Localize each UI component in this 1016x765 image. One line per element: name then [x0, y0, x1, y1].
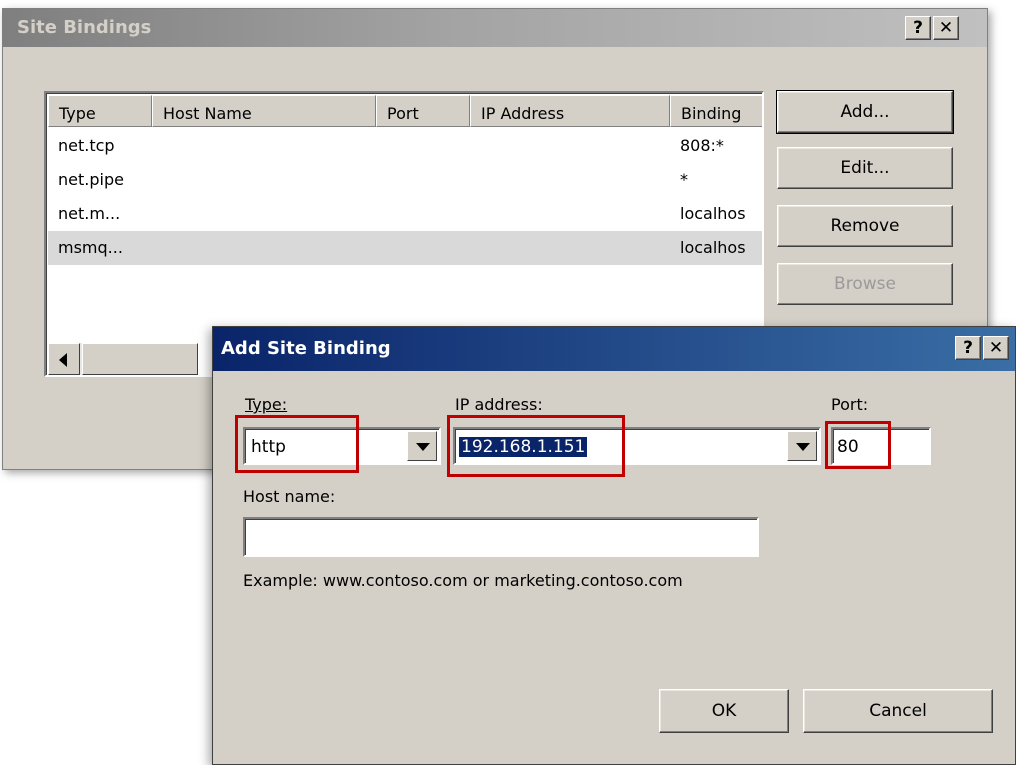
add-binding-help-button[interactable]: ? [955, 336, 981, 360]
table-row[interactable]: net.tcp 808:* [48, 129, 762, 163]
type-combobox[interactable]: http [243, 427, 441, 465]
scroll-left-button[interactable] [48, 343, 80, 375]
column-header-port[interactable]: Port [376, 95, 470, 127]
type-value: http [251, 437, 286, 457]
edit-button[interactable]: Edit... [777, 147, 953, 189]
row-binding: localhos [680, 204, 746, 223]
table-row[interactable]: net.m... localhos [48, 197, 762, 231]
host-name-input[interactable] [243, 517, 759, 557]
site-bindings-close-button[interactable]: ✕ [933, 16, 959, 40]
ip-address-label: IP address: [455, 395, 543, 414]
remove-button[interactable]: Remove [777, 205, 953, 247]
table-row-selected[interactable]: msmq... localhos [48, 231, 762, 265]
chevron-down-icon [416, 443, 430, 451]
column-header-binding[interactable]: Binding [670, 95, 762, 127]
column-header-host-name[interactable]: Host Name [152, 95, 376, 127]
example-text: Example: www.contoso.com or marketing.co… [243, 571, 683, 590]
cancel-button[interactable]: Cancel [803, 689, 993, 733]
column-header-type[interactable]: Type [48, 95, 152, 127]
ip-address-combobox[interactable]: 192.168.1.151 [453, 427, 821, 465]
browse-button[interactable]: Browse [777, 263, 953, 305]
type-label-text: Type: [245, 395, 288, 414]
add-site-binding-dialog: Add Site Binding ? ✕ Type: http IP addre… [212, 326, 1016, 765]
scroll-thumb[interactable] [82, 343, 198, 375]
row-type: net.m... [58, 204, 121, 223]
ok-button[interactable]: OK [659, 689, 789, 733]
add-binding-close-button[interactable]: ✕ [983, 336, 1009, 360]
row-type: msmq... [58, 238, 123, 257]
host-name-label: Host name: [243, 487, 336, 506]
horizontal-scrollbar[interactable] [48, 343, 198, 375]
row-binding: 808:* [680, 136, 724, 155]
add-button[interactable]: Add... [776, 90, 954, 134]
add-site-binding-titlebar[interactable]: Add Site Binding ? ✕ [213, 327, 1015, 371]
column-header-ip-address[interactable]: IP Address [470, 95, 670, 127]
chevron-down-icon [796, 443, 810, 451]
row-binding: * [680, 170, 688, 189]
port-value: 80 [837, 437, 859, 457]
arrow-left-icon [59, 353, 67, 367]
port-input[interactable]: 80 [831, 427, 931, 465]
site-bindings-title: Site Bindings [17, 17, 152, 38]
ip-address-dropdown-button[interactable] [787, 431, 817, 461]
site-bindings-titlebar[interactable]: Site Bindings ? ✕ [3, 9, 987, 47]
site-bindings-help-button[interactable]: ? [905, 16, 931, 40]
type-label: Type: [245, 395, 287, 414]
row-binding: localhos [680, 238, 746, 257]
port-label: Port: [831, 395, 869, 414]
type-dropdown-button[interactable] [407, 431, 437, 461]
row-type: net.tcp [58, 136, 115, 155]
add-site-binding-title: Add Site Binding [221, 338, 391, 359]
table-row[interactable]: net.pipe * [48, 163, 762, 197]
row-type: net.pipe [58, 170, 124, 189]
ip-address-value: 192.168.1.151 [457, 436, 589, 458]
